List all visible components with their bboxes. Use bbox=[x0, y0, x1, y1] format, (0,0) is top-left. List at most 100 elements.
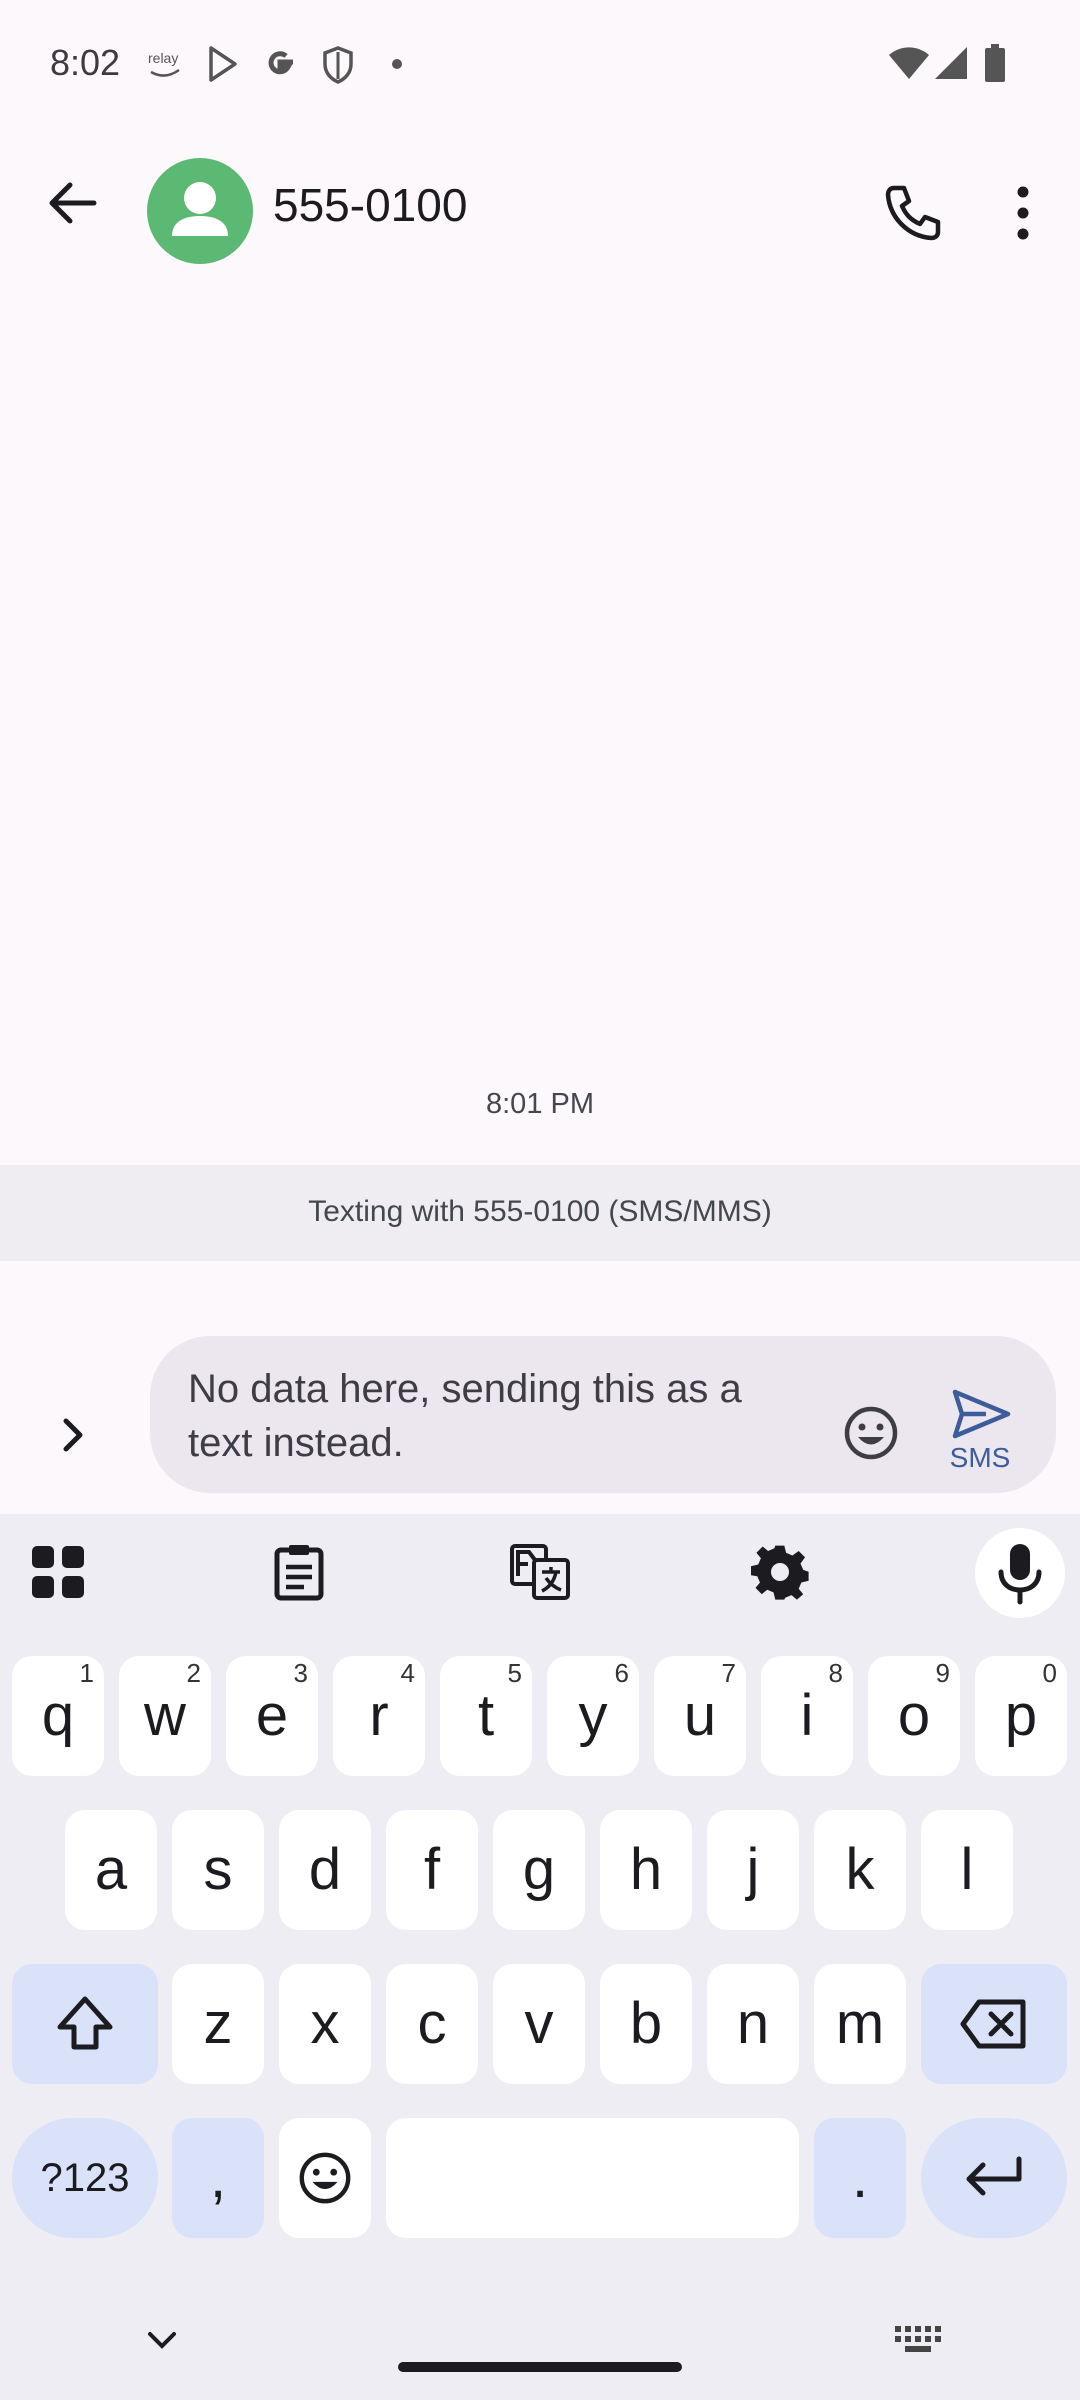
key-e[interactable]: e3 bbox=[226, 1656, 318, 1776]
message-input[interactable]: No data here, sending this as a text ins… bbox=[188, 1362, 808, 1470]
status-time: 8:02 bbox=[50, 42, 121, 83]
battery-icon bbox=[985, 44, 1005, 82]
gear-icon bbox=[751, 1545, 809, 1600]
home-indicator[interactable] bbox=[398, 2362, 682, 2372]
key-f[interactable]: f bbox=[386, 1810, 478, 1930]
key-hint: 0 bbox=[1042, 1658, 1057, 1688]
message-timestamp: 8:01 PM bbox=[486, 1088, 594, 1120]
shift-icon bbox=[57, 1996, 113, 2050]
key-z[interactable]: z bbox=[172, 1964, 264, 2084]
play-store-icon bbox=[207, 46, 239, 82]
key-label: j bbox=[746, 1837, 760, 1902]
key-hint: 9 bbox=[935, 1658, 950, 1688]
clipboard-button[interactable] bbox=[267, 1540, 331, 1604]
emoji-icon bbox=[299, 2152, 351, 2204]
key-t[interactable]: t5 bbox=[440, 1656, 532, 1776]
voice-input-button[interactable] bbox=[975, 1528, 1065, 1618]
key-k[interactable]: k bbox=[814, 1810, 906, 1930]
key-label: p bbox=[1004, 1683, 1038, 1748]
key-label: l bbox=[960, 1837, 974, 1902]
key-label: n bbox=[736, 1991, 770, 2056]
signal-icon bbox=[934, 46, 968, 80]
comma-key[interactable]: , bbox=[172, 2118, 264, 2238]
send-icon bbox=[952, 1389, 1011, 1439]
apps-grid-icon bbox=[32, 1546, 84, 1598]
key-label: i bbox=[800, 1683, 814, 1748]
key-v[interactable]: v bbox=[493, 1964, 585, 2084]
phone-icon bbox=[885, 185, 941, 241]
clipboard-icon bbox=[274, 1545, 324, 1601]
translate-icon bbox=[510, 1544, 570, 1600]
key-b[interactable]: b bbox=[600, 1964, 692, 2084]
enter-icon bbox=[966, 2156, 1022, 2196]
apps-grid-button[interactable] bbox=[26, 1540, 90, 1604]
expand-attachments-button[interactable] bbox=[48, 1405, 98, 1465]
backspace-key[interactable] bbox=[921, 1964, 1067, 2084]
emoji-button[interactable] bbox=[840, 1402, 902, 1464]
wifi-icon bbox=[888, 46, 930, 80]
key-label: w bbox=[144, 1683, 186, 1748]
translate-button[interactable] bbox=[508, 1540, 572, 1604]
shift-key[interactable] bbox=[12, 1964, 158, 2084]
period-key[interactable]: . bbox=[814, 2118, 906, 2238]
keyboard-switch-button[interactable] bbox=[893, 2322, 941, 2358]
key-j[interactable]: j bbox=[707, 1810, 799, 1930]
key-a[interactable]: a bbox=[65, 1810, 157, 1930]
key-y[interactable]: y6 bbox=[547, 1656, 639, 1776]
key-d[interactable]: d bbox=[279, 1810, 371, 1930]
key-label: o bbox=[897, 1683, 931, 1748]
space-key[interactable] bbox=[386, 2118, 799, 2238]
key-hint: 2 bbox=[186, 1658, 201, 1688]
enter-key[interactable] bbox=[921, 2118, 1067, 2238]
key-q[interactable]: q1 bbox=[12, 1656, 104, 1776]
emoji-icon bbox=[844, 1406, 898, 1460]
key-label: q bbox=[41, 1683, 75, 1748]
key-label: u bbox=[683, 1683, 717, 1748]
key-label: s bbox=[203, 1837, 233, 1902]
key-hint: 1 bbox=[79, 1658, 94, 1688]
key-label: e bbox=[255, 1683, 289, 1748]
keyboard bbox=[0, 1514, 1080, 2400]
more-options-button[interactable] bbox=[1000, 180, 1046, 246]
chevron-down-icon bbox=[148, 2332, 176, 2349]
key-label: z bbox=[203, 1991, 233, 2056]
keyboard-settings-button[interactable] bbox=[748, 1540, 812, 1604]
emoji-key[interactable] bbox=[279, 2118, 371, 2238]
key-c[interactable]: c bbox=[386, 1964, 478, 2084]
sms-banner-text: Texting with 555-0100 (SMS/MMS) bbox=[308, 1195, 772, 1228]
key-u[interactable]: u7 bbox=[654, 1656, 746, 1776]
dot-icon bbox=[392, 59, 402, 69]
key-r[interactable]: r4 bbox=[333, 1656, 425, 1776]
chevron-right-icon bbox=[63, 1418, 83, 1452]
avatar[interactable] bbox=[147, 158, 253, 264]
send-label: SMS bbox=[949, 1442, 1011, 1473]
key-label: h bbox=[629, 1837, 663, 1902]
call-button[interactable] bbox=[880, 180, 946, 246]
google-icon bbox=[262, 46, 298, 82]
key-label: f bbox=[423, 1837, 441, 1902]
key-o[interactable]: o9 bbox=[868, 1656, 960, 1776]
key-g[interactable]: g bbox=[493, 1810, 585, 1930]
key-n[interactable]: n bbox=[707, 1964, 799, 2084]
key-label: y bbox=[578, 1683, 608, 1748]
key-m[interactable]: m bbox=[814, 1964, 906, 2084]
symbols-key[interactable]: ?123 bbox=[12, 2118, 158, 2238]
key-h[interactable]: h bbox=[600, 1810, 692, 1930]
back-button[interactable] bbox=[40, 170, 106, 236]
relay-icon: relay bbox=[148, 50, 182, 80]
key-hint: 6 bbox=[614, 1658, 629, 1688]
key-label: m bbox=[835, 1991, 885, 2056]
more-vert-icon bbox=[1017, 186, 1029, 240]
key-label: x bbox=[310, 1991, 340, 2056]
key-label: g bbox=[522, 1837, 556, 1902]
key-p[interactable]: p0 bbox=[975, 1656, 1067, 1776]
key-x[interactable]: x bbox=[279, 1964, 371, 2084]
key-s[interactable]: s bbox=[172, 1810, 264, 1930]
key-i[interactable]: i8 bbox=[761, 1656, 853, 1776]
shield-icon bbox=[322, 46, 354, 84]
hide-keyboard-button[interactable] bbox=[142, 2320, 182, 2360]
key-w[interactable]: w2 bbox=[119, 1656, 211, 1776]
key-l[interactable]: l bbox=[921, 1810, 1013, 1930]
key-label: b bbox=[629, 1991, 663, 2056]
key-hint: 3 bbox=[293, 1658, 308, 1688]
